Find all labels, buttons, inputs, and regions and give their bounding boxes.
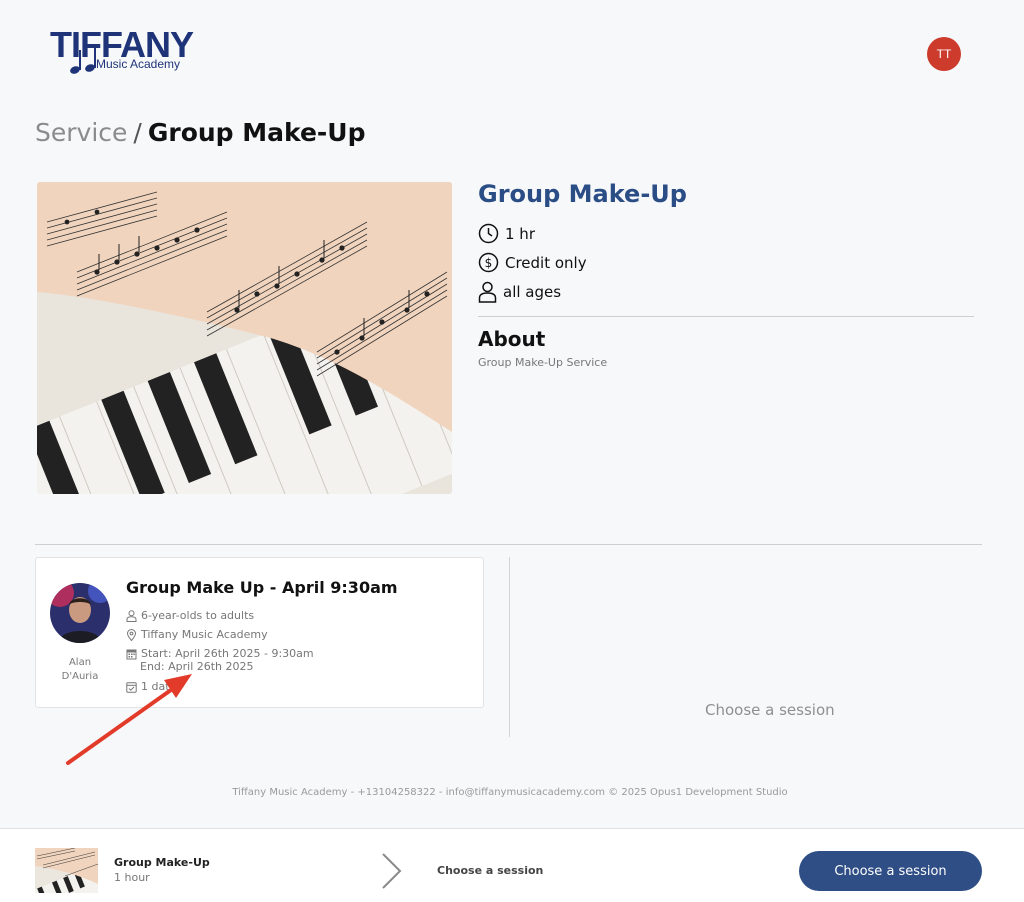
bar-service-duration: 1 hour — [114, 871, 150, 884]
clock-icon — [478, 223, 499, 244]
session-start-row: Start: April 26th 2025 - 9:30am — [126, 647, 314, 660]
service-title: Group Make-Up — [478, 180, 687, 208]
annotation-arrow — [66, 674, 192, 765]
about-heading: About — [478, 327, 546, 351]
svg-text:$: $ — [485, 256, 493, 270]
chevron-right-icon — [382, 853, 402, 889]
choose-session-button[interactable]: Choose a session — [799, 851, 982, 891]
logo-subtitle: Music Academy — [96, 57, 181, 71]
bar-step-label: Choose a session — [437, 864, 544, 877]
instructor-avatar — [50, 583, 110, 643]
details-divider — [478, 316, 974, 317]
person-icon — [126, 609, 137, 622]
calendar-icon — [126, 649, 137, 659]
column-divider — [509, 557, 510, 737]
service-image — [37, 182, 452, 494]
session-ages-row: 6-year-olds to adults — [126, 609, 254, 622]
map-pin-icon — [126, 628, 137, 641]
music-note-icon — [70, 48, 96, 74]
booking-bar: Group Make-Up 1 hour Choose a session Ch… — [0, 828, 1024, 902]
ages-row: all ages — [478, 281, 561, 303]
dollar-icon: $ — [478, 252, 499, 273]
price-text: Credit only — [505, 253, 587, 272]
duration-text: 1 hr — [505, 224, 535, 243]
section-divider — [35, 544, 982, 545]
session-location: Tiffany Music Academy — [141, 628, 268, 641]
session-location-row: Tiffany Music Academy — [126, 628, 268, 641]
person-icon — [478, 281, 497, 303]
session-title[interactable]: Group Make Up - April 9:30am — [126, 578, 398, 597]
footer-text: Tiffany Music Academy - +13104258322 - i… — [232, 787, 788, 798]
service-thumbnail — [35, 848, 98, 893]
price-row: $ Credit only — [478, 252, 587, 273]
breadcrumb-service-link[interactable]: Service — [35, 118, 127, 147]
user-avatar[interactable]: TT — [927, 37, 961, 71]
duration-row: 1 hr — [478, 223, 535, 244]
academy-logo[interactable]: TIFFANY Music Academy — [50, 24, 210, 78]
breadcrumb-separator: / — [133, 118, 142, 147]
bar-service-title: Group Make-Up — [114, 856, 210, 869]
about-text: Group Make-Up Service — [478, 356, 608, 369]
ages-text: all ages — [503, 283, 562, 301]
session-ages: 6-year-olds to adults — [141, 609, 255, 622]
session-start: Start: April 26th 2025 - 9:30am — [141, 647, 314, 660]
choose-session-placeholder: Choose a session — [705, 701, 835, 719]
breadcrumb: Service / Group Make-Up — [35, 118, 366, 147]
page-title: Group Make-Up — [147, 118, 366, 147]
